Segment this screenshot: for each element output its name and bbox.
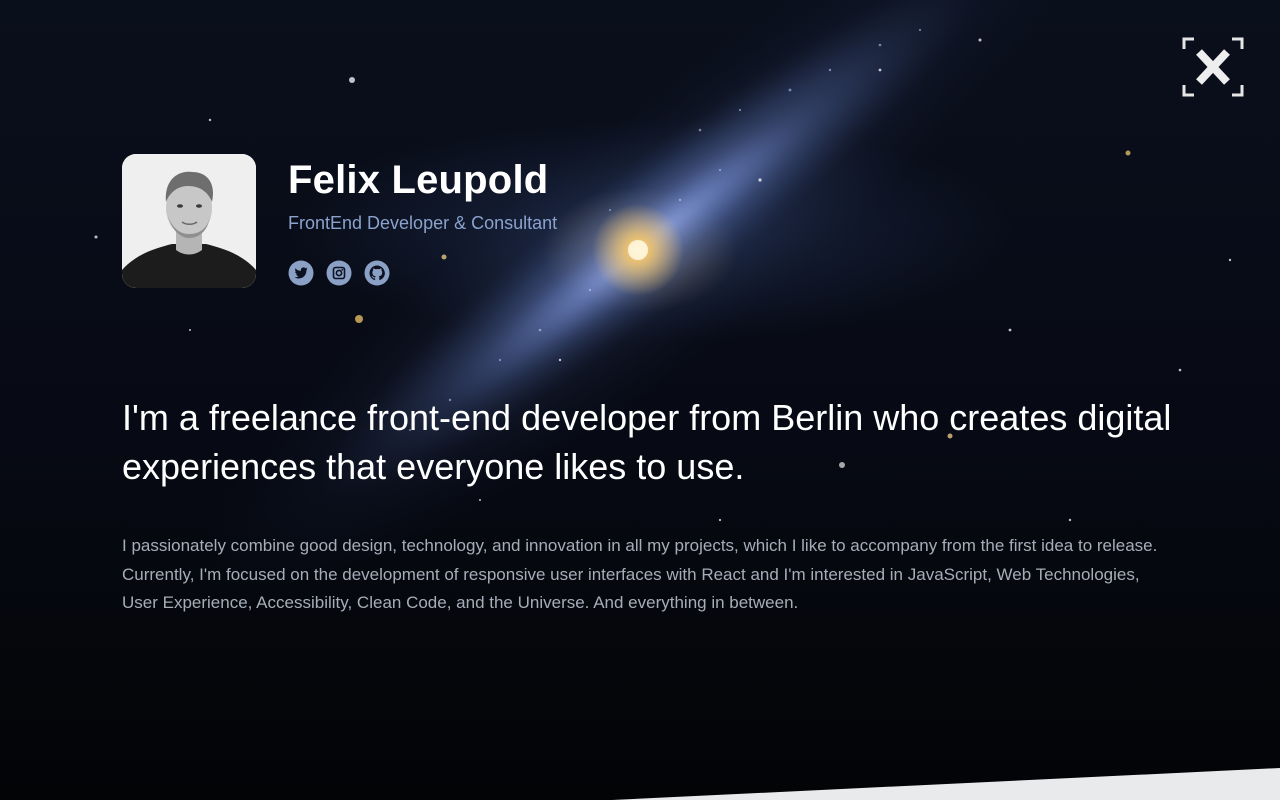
profile-header: Felix Leupold FrontEnd Developer & Consu… [122,154,557,288]
github-link[interactable] [364,260,390,286]
intro-headline: I'm a freelance front-end developer from… [122,397,1172,487]
close-icon [1182,37,1244,97]
twitter-link[interactable] [288,260,314,286]
instagram-link[interactable] [326,260,352,286]
avatar [122,154,256,288]
instagram-icon [326,260,352,286]
profile-role: FrontEnd Developer & Consultant [288,213,558,233]
twitter-icon [288,260,314,286]
profile-name: Felix Leupold [288,158,549,202]
bio-paragraph: I passionately combine good design, tech… [122,536,1158,612]
social-links [288,260,557,286]
github-icon [364,260,390,286]
identity-block: Felix Leupold FrontEnd Developer & Consu… [288,154,557,286]
close-button[interactable] [1182,37,1244,97]
page-background: Felix Leupold FrontEnd Developer & Consu… [0,0,1280,800]
